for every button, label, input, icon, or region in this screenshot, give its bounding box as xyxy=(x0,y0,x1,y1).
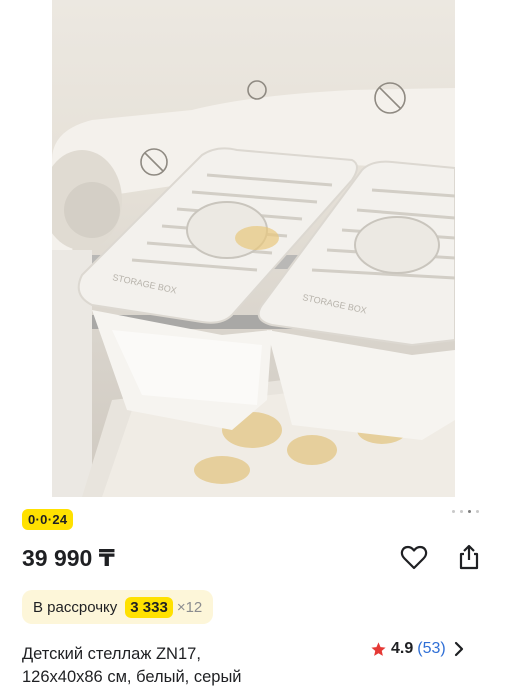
review-count[interactable]: (53) xyxy=(417,640,445,658)
installment-amount: 3 333 xyxy=(125,596,173,618)
product-title-line1: Детский стеллаж ZN17, xyxy=(22,645,201,663)
installment-badge: 0·0·24 xyxy=(22,509,74,530)
share-icon xyxy=(459,544,479,570)
product-title: Детский стеллаж ZN17, 126x40x86 см, белы… xyxy=(22,643,342,689)
installment-plan[interactable]: В рассрочку 3 333 ×12 xyxy=(22,590,214,624)
gallery-pager[interactable] xyxy=(452,510,479,513)
favorite-button[interactable] xyxy=(399,542,429,572)
product-image[interactable]: STORAGE BOX STORAGE BOX xyxy=(52,0,455,497)
rating-score: 4.9 xyxy=(391,640,414,657)
share-button[interactable] xyxy=(454,542,484,572)
star-icon xyxy=(371,641,386,656)
heart-icon xyxy=(400,545,428,570)
product-title-line2: 126x40x86 см, белый, серый xyxy=(22,668,242,686)
pager-dot-active[interactable] xyxy=(468,510,471,513)
pager-dot[interactable] xyxy=(452,510,455,513)
rating-link[interactable]: 4.9 (53) xyxy=(370,640,464,658)
price: 39 990 ₸ xyxy=(22,545,115,571)
chevron-right-icon xyxy=(454,641,463,657)
pager-dot[interactable] xyxy=(460,510,463,513)
installment-label: В рассрочку xyxy=(33,598,118,616)
pager-dot[interactable] xyxy=(476,510,479,513)
installment-multiplier: ×12 xyxy=(176,598,203,616)
